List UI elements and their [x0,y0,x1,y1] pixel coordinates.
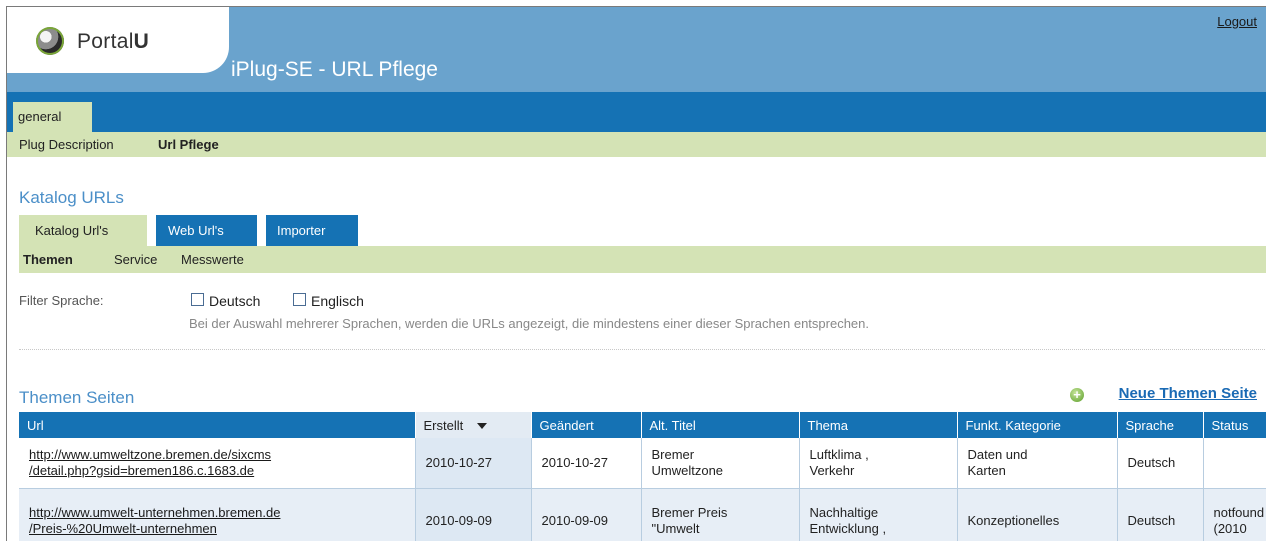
cell-status: notfound(2010 [1203,489,1266,541]
tab-general[interactable]: general [13,102,92,132]
col-funkt-kategorie[interactable]: Funkt. Kategorie [957,412,1117,438]
subtab-themen[interactable]: Themen [23,246,73,273]
cell-thema: Luftklima ,Verkehr [799,438,957,489]
col-geaendert[interactable]: Geändert [531,412,641,438]
cell-thema: NachhaltigeEntwicklung , [799,489,957,541]
tab-importer[interactable]: Importer [266,215,358,246]
page-title: iPlug-SE - URL Pflege [231,58,438,82]
logout-link[interactable]: Logout [1217,14,1257,29]
cell-geaendert: 2010-10-27 [531,438,641,489]
cell-sprache: Deutsch [1117,489,1203,541]
nav-url-pflege[interactable]: Url Pflege [158,132,219,157]
col-status[interactable]: Status [1203,412,1266,438]
logo: PortalU [7,7,229,73]
new-themen-seite-link[interactable]: Neue Themen Seite [1119,385,1257,402]
subtab-service[interactable]: Service [114,246,157,273]
sort-desc-icon [477,423,487,429]
cell-alt-titel: Bremer Preis"Umwelt [641,489,799,541]
cell-alt-titel: BremerUmweltzone [641,438,799,489]
checkbox-deutsch-label[interactable]: Deutsch [209,293,260,309]
logo-text: PortalU [77,30,149,54]
main-tab-bar [7,92,1266,132]
col-url[interactable]: Url [19,412,415,438]
checkbox-englisch-label[interactable]: Englisch [311,293,364,309]
cell-kategorie: Daten undKarten [957,438,1117,489]
url-link[interactable]: http://www.umweltzone.bremen.de/sixcms/d… [29,447,271,478]
filter-label: Filter Sprache: [19,293,104,308]
tab-katalog-urls[interactable]: Katalog Url's [19,215,147,246]
app-frame: PortalU iPlug-SE - URL Pflege Logout gen… [6,6,1266,541]
cell-url: http://www.umwelt-unternehmen.bremen.de/… [19,489,415,541]
add-icon[interactable]: + [1070,388,1084,402]
col-alt-titel[interactable]: Alt. Titel [641,412,799,438]
checkbox-englisch[interactable] [293,293,306,306]
col-sprache[interactable]: Sprache [1117,412,1203,438]
themen-table: Url Erstellt Geändert Alt. Titel Thema F… [19,412,1266,541]
subtab-messwerte[interactable]: Messwerte [181,246,244,273]
col-erstellt-label: Erstellt [424,418,464,433]
table-section-title: Themen Seiten [19,388,134,408]
cell-erstellt: 2010-10-27 [415,438,531,489]
nav-plug-description[interactable]: Plug Description [19,132,114,157]
col-thema[interactable]: Thema [799,412,957,438]
url-link[interactable]: http://www.umwelt-unternehmen.bremen.de/… [29,505,280,536]
cell-sprache: Deutsch [1117,438,1203,489]
filter-hint: Bei der Auswahl mehrerer Sprachen, werde… [189,316,869,331]
table-row[interactable]: http://www.umwelt-unternehmen.bremen.de/… [19,489,1266,541]
portalu-logo-icon [36,27,64,55]
header: PortalU iPlug-SE - URL Pflege Logout [7,7,1266,92]
cell-url: http://www.umweltzone.bremen.de/sixcms/d… [19,438,415,489]
checkbox-deutsch[interactable] [191,293,204,306]
tab-web-urls[interactable]: Web Url's [156,215,257,246]
cell-erstellt: 2010-09-09 [415,489,531,541]
divider [19,349,1266,350]
cell-status [1203,438,1266,489]
col-erstellt[interactable]: Erstellt [415,412,531,438]
cell-kategorie: Konzeptionelles [957,489,1117,541]
plug-subnav: Plug Description Url Pflege [7,132,1266,157]
katalog-subnav: Themen Service Messwerte [19,246,1266,273]
table-header-row: Url Erstellt Geändert Alt. Titel Thema F… [19,412,1266,438]
section-title: Katalog URLs [19,188,124,208]
cell-geaendert: 2010-09-09 [531,489,641,541]
table-row[interactable]: http://www.umweltzone.bremen.de/sixcms/d… [19,438,1266,489]
